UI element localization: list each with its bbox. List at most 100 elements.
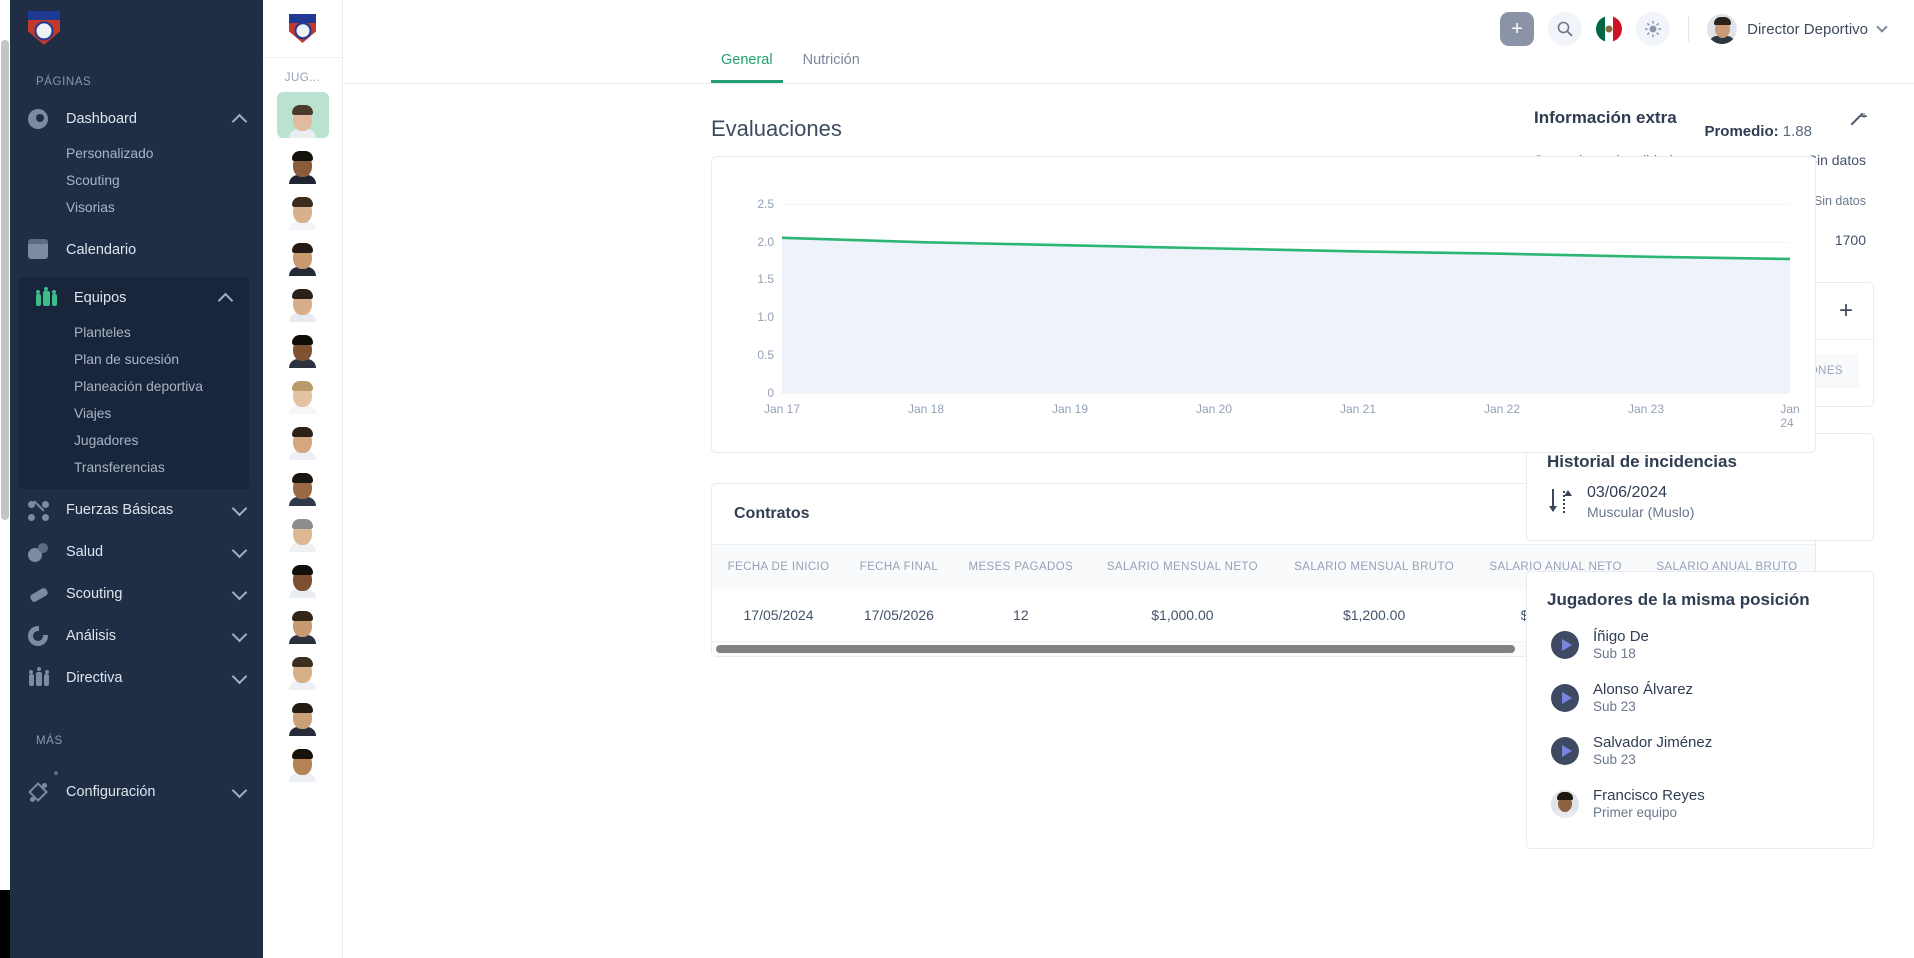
sidebar-item-configuracion[interactable]: Configuración [10, 771, 263, 813]
evaluaciones-chart: 0 0.5 1.0 1.5 2.0 2.5 Jan 17 Jan 18 Jan 19 Jan 20… [728, 171, 1799, 431]
player-strip-avatar[interactable] [277, 460, 329, 506]
player-strip-avatar[interactable] [277, 184, 329, 230]
list-item[interactable]: Francisco Reyes Primer equipo [1547, 777, 1853, 830]
sidebar-item-label: Dashboard [66, 111, 137, 127]
chart-x-tick: Jan 19 [1051, 402, 1089, 416]
chevron-down-icon[interactable] [231, 626, 248, 642]
contratos-hscrollbar-thumb[interactable] [716, 645, 1516, 653]
sidebar-item-directiva[interactable]: Directiva [10, 657, 263, 699]
sidebar-item-scouting-dash[interactable]: Scouting [10, 167, 263, 194]
sidebar-item-planeacion-deportiva[interactable]: Planeación deportiva [18, 373, 249, 400]
player-strip-avatar[interactable] [277, 368, 329, 414]
main-content: + Director Deportivo General Nutrición E… [343, 0, 1914, 958]
chart-x-tick: Jan 21 [1339, 402, 1377, 416]
player-team: Sub 23 [1593, 699, 1636, 714]
player-name: Alonso Álvarez [1593, 681, 1694, 698]
chevron-down-icon[interactable] [231, 500, 248, 516]
player-strip-avatar[interactable] [277, 506, 329, 552]
list-item[interactable]: Alonso Álvarez Sub 23 [1547, 671, 1853, 724]
sidebar-item-label: Salud [66, 544, 104, 560]
player-strip-avatar[interactable] [277, 322, 329, 368]
chevron-down-icon[interactable] [231, 542, 248, 558]
settings-icon [28, 771, 58, 803]
chevron-up-icon[interactable] [231, 113, 248, 129]
player-strip-avatar[interactable] [276, 92, 329, 138]
sidebar-item-planteles[interactable]: Planteles [18, 319, 249, 346]
player-strip-avatar[interactable] [277, 598, 329, 644]
sidebar-item-viajes[interactable]: Viajes [18, 400, 249, 427]
user-name: Director Deportivo [1747, 20, 1868, 38]
calendar-icon [28, 239, 54, 261]
sidebar-item-label: Fuerzas Básicas [66, 502, 174, 518]
chevron-down-icon[interactable] [231, 668, 248, 684]
theme-toggle-icon[interactable] [1636, 12, 1671, 46]
info-extra-value: Sin datos [1807, 152, 1866, 168]
edit-icon[interactable]: + [1848, 109, 1867, 127]
table-column-header: FECHA DE INICIO [712, 545, 846, 589]
historial-desc: Muscular (Muslo) [1587, 504, 1695, 520]
tab-bar: General Nutrición [343, 46, 1914, 84]
list-item[interactable]: 03/06/2024 Muscular (Muslo) [1547, 472, 1853, 522]
player-strip-avatar[interactable] [277, 230, 329, 276]
sidebar-item-plan-sucesion[interactable]: Plan de sucesión [18, 346, 249, 373]
sidebar-item-scouting[interactable]: Scouting [10, 573, 263, 615]
player-strip-avatar[interactable] [277, 276, 329, 322]
info-extra-value: 1700 [1834, 232, 1866, 248]
chart-y-tick: 0.5 [757, 348, 774, 363]
chart-plot-area: 0 0.5 1.0 1.5 2.0 2.5 Jan 17 Jan 18 Jan 19 Jan 20… [757, 181, 1799, 430]
sidebar-item-jugadores[interactable]: Jugadores [18, 427, 249, 454]
sidebar-scrollbar-end [0, 890, 10, 958]
sidebar-item-dashboard[interactable]: Dashboard [10, 98, 263, 140]
topbar-divider [1688, 16, 1690, 42]
chart-x-tick: Jan 17 [763, 402, 801, 416]
chart-y-tick: 2.0 [757, 234, 774, 249]
chevron-down-icon[interactable] [231, 782, 248, 798]
player-strip-avatar[interactable] [277, 414, 329, 460]
player-strip[interactable]: JUG... [263, 0, 343, 958]
chevron-up-icon[interactable] [217, 292, 234, 308]
player-strip-avatar[interactable] [277, 690, 329, 736]
sidebar-item-salud[interactable]: Salud [10, 531, 263, 573]
historial-date: 03/06/2024 [1587, 484, 1668, 501]
sidebar-item-transferencias[interactable]: Transferencias [18, 454, 249, 481]
table-cell: 12 [952, 589, 1089, 642]
chevron-down-icon[interactable] [231, 584, 248, 600]
flag-icon[interactable] [1596, 16, 1623, 42]
tab-nutricion[interactable]: Nutrición [793, 46, 870, 83]
table-cell: $1,200.00 [1275, 589, 1473, 642]
chart-y-tick: 1.0 [757, 310, 774, 325]
table-cell: 17/05/2024 [712, 589, 846, 642]
search-icon[interactable] [1548, 12, 1583, 46]
add-icon[interactable]: + [1500, 12, 1535, 46]
sidebar-item-equipos[interactable]: Equipos [18, 277, 249, 319]
sidebar-scrollbar[interactable] [0, 0, 10, 958]
sidebar-item-calendario[interactable]: Calendario [10, 229, 263, 271]
player-strip-avatar[interactable] [277, 138, 329, 184]
sidebar-section-more: MÁS [36, 735, 63, 747]
tab-general[interactable]: General [711, 46, 783, 83]
player-name: Salvador Jiménez [1593, 734, 1713, 751]
sidebar-item-label: Scouting [66, 586, 123, 602]
list-item[interactable]: Íñigo De Sub 18 [1547, 618, 1853, 671]
table-column-header: FECHA FINAL [845, 545, 953, 589]
sidebar-item-analisis[interactable]: Análisis [10, 615, 263, 657]
sidebar-item-label: Calendario [66, 242, 137, 258]
sidebar-item-visorias[interactable]: Visorias [10, 194, 263, 221]
player-strip-avatar[interactable] [277, 644, 329, 690]
player-name: Francisco Reyes [1593, 787, 1705, 804]
table-column-header: SALARIO MENSUAL BRUTO [1275, 545, 1473, 589]
add-archivo-button[interactable]: + [1839, 299, 1853, 323]
player-strip-avatar[interactable] [277, 736, 329, 782]
table-column-header: SALARIO MENSUAL NETO [1088, 545, 1276, 589]
sidebar-item-fuerzas-basicas[interactable]: Fuerzas Básicas [10, 489, 263, 531]
sidebar-item-personalizado[interactable]: Personalizado [10, 140, 263, 167]
list-item[interactable]: Salvador Jiménez Sub 23 [1547, 724, 1853, 777]
player-name: Íñigo De [1593, 628, 1649, 645]
user-menu[interactable]: Director Deportivo [1707, 14, 1888, 44]
player-strip-avatar[interactable] [277, 552, 329, 598]
sidebar-logo[interactable] [10, 0, 263, 58]
sidebar-scrollbar-thumb[interactable] [1, 40, 9, 520]
sidebar-group-dashboard: Dashboard Personalizado Scouting Visoria… [10, 98, 263, 221]
chevron-down-icon[interactable] [1876, 21, 1888, 33]
player-strip-list[interactable] [263, 92, 342, 782]
